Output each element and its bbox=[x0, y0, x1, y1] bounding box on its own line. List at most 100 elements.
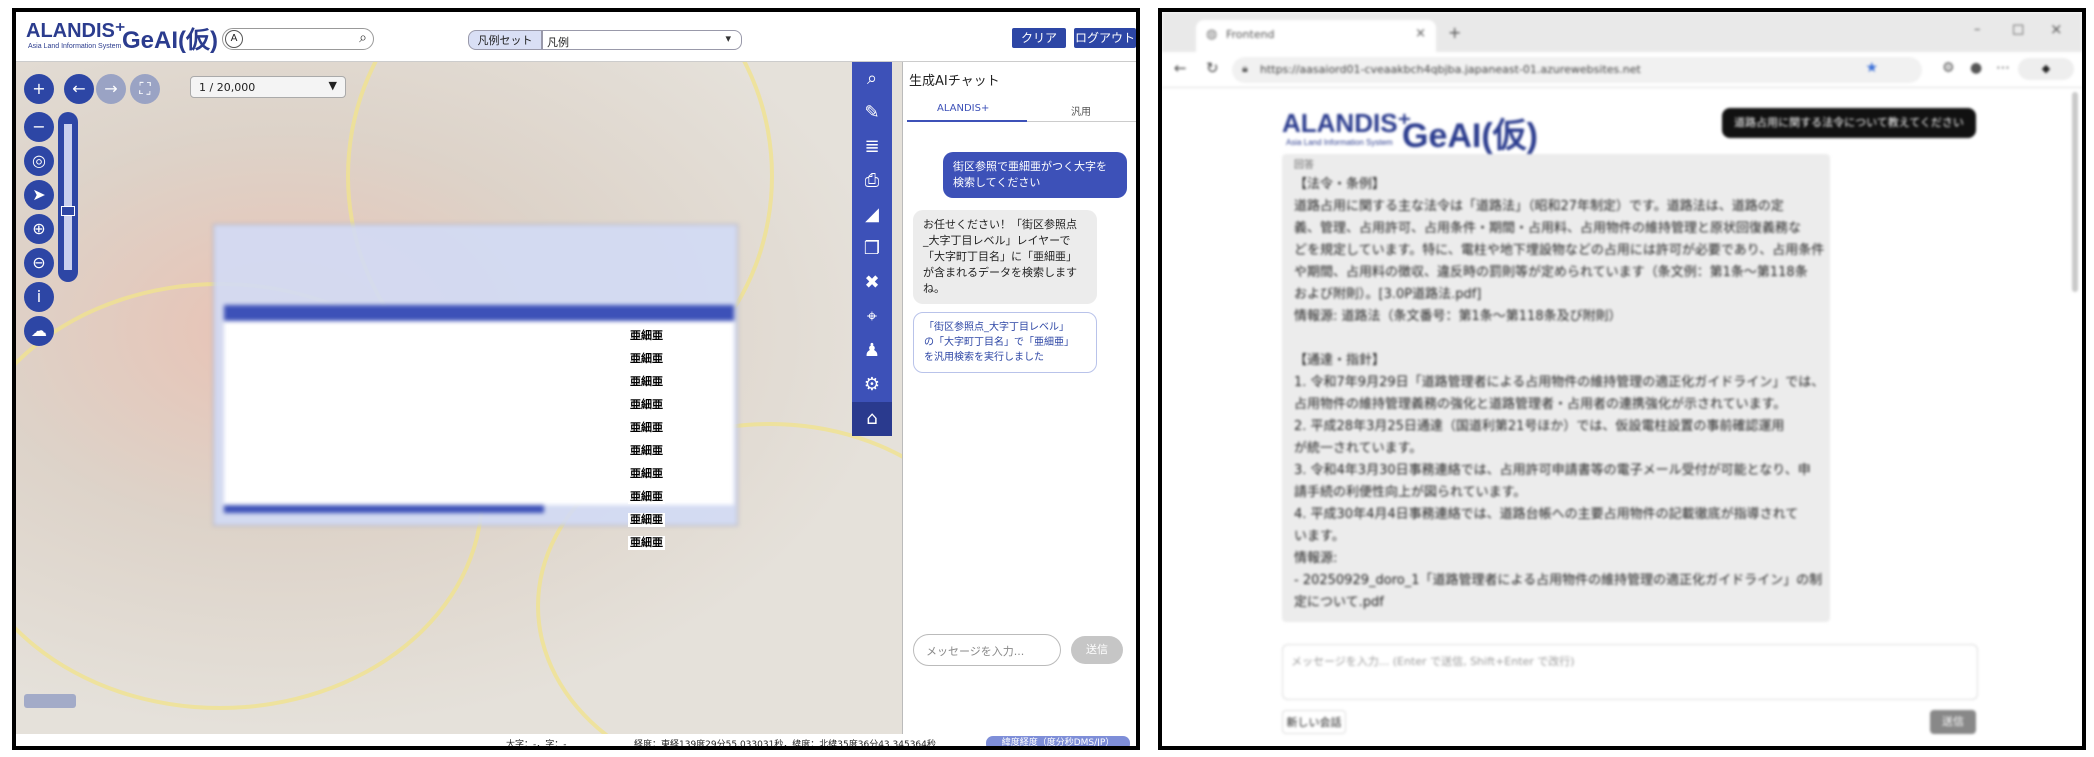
search-icon[interactable]: ⌕ bbox=[359, 30, 367, 46]
locate-icon[interactable]: ◎ bbox=[24, 146, 54, 176]
map-attribution bbox=[24, 694, 76, 708]
new-chat-button[interactable]: 新しい会話 bbox=[1282, 710, 1346, 734]
scale-select[interactable]: 1 / 20,000 ▼ bbox=[190, 76, 346, 98]
user-question-bubble: 道路占用に関する法令について教えてください bbox=[1722, 108, 1976, 138]
refresh-icon[interactable]: ↻ bbox=[1206, 59, 1219, 77]
clear-button[interactable]: クリア bbox=[1012, 28, 1066, 48]
answer-line: 3. 令和4年3月30日事務連絡では、占用許可申請書等の電子メール受付が可能とな… bbox=[1294, 463, 1811, 478]
answer-line: 道路占用に関する主な法令は「道路法」（昭和27年制定）です。道路法は、道路の定 bbox=[1294, 199, 1784, 214]
measure-icon[interactable]: ◢ bbox=[852, 198, 892, 232]
chat-send-button[interactable]: 送信 bbox=[1071, 636, 1123, 664]
chat-tab-general[interactable]: 汎用 bbox=[1027, 98, 1136, 122]
layers-toggle-icon[interactable]: ☁ bbox=[24, 316, 54, 346]
chat-tab-alandis[interactable]: ALANDIS+ bbox=[907, 98, 1027, 122]
status-bar: 大字：-，字：- 経度：東経139度29分55.033031秒，緯度：北緯35度… bbox=[16, 734, 1136, 750]
map-label-column: 亜細亜 亜細亜 亜細亜 亜細亜 亜細亜 亜細亜 亜細亜 亜細亜 亜細亜 亜細亜 bbox=[628, 324, 668, 554]
legend-set-label: 凡例セット bbox=[468, 30, 542, 50]
message-line: 「街区参照点_大字丁目レベル」 bbox=[924, 322, 1069, 333]
copilot-icon[interactable]: ◆ bbox=[2018, 58, 2074, 80]
back-arrow-icon[interactable]: ← bbox=[1174, 59, 1187, 77]
close-window-icon[interactable]: × bbox=[2050, 20, 2063, 38]
map-result-label: 亜細亜 bbox=[628, 398, 665, 412]
navigate-icon[interactable]: ➤ bbox=[24, 180, 54, 210]
menu-icon[interactable]: ⋯ bbox=[1996, 60, 2010, 76]
tools-icon[interactable]: ✖ bbox=[852, 266, 892, 300]
answer-line: - 20250929_doro_1「道路管理者による占用物件の維持管理の適正化ガ… bbox=[1294, 573, 1823, 588]
message-line: 検索してください bbox=[953, 176, 1041, 189]
globe-icon: ◍ bbox=[1206, 27, 1218, 42]
coord-format-select[interactable]: 緯度経度（度分秒DMS/JP） bbox=[986, 736, 1130, 746]
forward-button[interactable]: → bbox=[96, 74, 126, 104]
map-result-label: 亜細亜 bbox=[628, 421, 665, 435]
message-line: お任せください！「街区参照点 bbox=[923, 218, 1077, 231]
scale-text: 1 / 20,000 bbox=[199, 81, 256, 94]
message-line: 街区参照で亜細亜がつく大字を bbox=[953, 160, 1107, 173]
address-bar-row: ← ↻ 🔒︎ https://aasaiord01-cveaakbch4qbjb… bbox=[1162, 52, 2082, 88]
new-tab-icon[interactable]: + bbox=[1448, 23, 1461, 42]
message-input[interactable]: メッセージを入力... (Enter で送信, Shift+Enter で改行) bbox=[1282, 644, 1978, 700]
fullscreen-button[interactable]: ⛶ bbox=[130, 74, 160, 104]
answer-line: どを規定しています。特に、電柱や地下埋設物などの占用には許可が必要であり、占用条… bbox=[1294, 243, 1825, 258]
chat-title: 生成AIチャット bbox=[909, 74, 1000, 89]
zoom-slider-track bbox=[64, 124, 72, 270]
zoom-area-out-icon[interactable]: ⊖ bbox=[24, 248, 54, 278]
logout-button[interactable]: ログアウト bbox=[1074, 28, 1136, 48]
search-icon[interactable]: ⌕ bbox=[852, 62, 892, 96]
page-scrollbar[interactable] bbox=[2072, 92, 2078, 292]
message-line: が含まれるデータを検索します bbox=[923, 266, 1077, 279]
lock-icon: 🔒︎ bbox=[1242, 62, 1248, 75]
legend-select[interactable]: 凡例 ▾ bbox=[542, 30, 742, 50]
star-icon[interactable]: ★ bbox=[1865, 60, 1878, 76]
map-result-label: 亜細亜 bbox=[628, 490, 665, 504]
zoom-slider[interactable] bbox=[58, 112, 78, 282]
send-button[interactable]: 送信 bbox=[1930, 710, 1976, 734]
user-icon[interactable]: ♟ bbox=[852, 334, 892, 368]
maximize-icon[interactable]: □ bbox=[2012, 22, 2024, 37]
input-placeholder: メッセージを入力... bbox=[926, 645, 1025, 658]
back-button[interactable]: ← bbox=[64, 74, 94, 104]
print-icon[interactable]: ⎙ bbox=[852, 164, 892, 198]
zoom-in-button[interactable]: + bbox=[24, 74, 54, 104]
extensions-icon[interactable]: ⚙ bbox=[1942, 60, 1955, 76]
map-canvas[interactable]: 亜細亜 亜細亜 亜細亜 亜細亜 亜細亜 亜細亜 亜細亜 亜細亜 亜細亜 亜細亜 + ← → ⛶ 1… bbox=[16, 62, 902, 734]
chat-panel: 生成AIチャット ALANDIS+ 汎用 街区参照で亜細亜がつく大字を 検索して… bbox=[902, 62, 1136, 734]
answer-panel: 回答【法令・条例】道路占用に関する主な法令は「道路法」（昭和27年制定）です。道… bbox=[1282, 154, 1830, 622]
address-bar[interactable]: 🔒︎ https://aasaiord01-cveaakbch4qbjba.ja… bbox=[1232, 57, 1922, 83]
answer-line: 4. 平成30年4月4日事務連絡では、道路台帳への主要占用物件の記載徹底が指導さ… bbox=[1294, 507, 1799, 522]
window-icon[interactable]: ❐ bbox=[852, 232, 892, 266]
answer-line: 【法令・条例】 bbox=[1294, 177, 1386, 192]
home-icon[interactable]: ⌂ bbox=[852, 402, 892, 436]
zoom-out-button[interactable]: − bbox=[24, 112, 54, 142]
profile-icon[interactable]: ● bbox=[1970, 60, 1982, 76]
map-result-label: 亜細亜 bbox=[628, 444, 665, 458]
answer-line: 義、管理、占用許可、占用条件・期間・占用料、占用物件の維持管理と原状回復義務な bbox=[1294, 221, 1802, 236]
search-map-icon[interactable]: ⌖ bbox=[852, 300, 892, 334]
ai-message: お任せください！「街区参照点 _大字丁目レベル」レイヤーで 「大字町丁目名」に「… bbox=[913, 210, 1097, 304]
map-result-label: 亜細亜 bbox=[628, 329, 665, 343]
page-logo-geai: GeAI(仮) bbox=[1402, 117, 1538, 155]
answer-line: 2. 平成28年3月25日通達（国道利第21号ほか）では、仮設電柱設置の事前確認… bbox=[1294, 419, 1785, 434]
zoom-slider-handle[interactable] bbox=[61, 206, 75, 216]
answer-line: 回答 bbox=[1294, 160, 1314, 171]
close-icon[interactable]: × bbox=[1415, 26, 1426, 41]
tab-label: 汎用 bbox=[1071, 107, 1091, 118]
search-input[interactable]: A ⌕ bbox=[222, 28, 374, 50]
message-line: を汎用検索を実行しました bbox=[924, 352, 1044, 363]
search-executed-message: 「街区参照点_大字丁目レベル」 の「大字町丁目名」で「亜細亜」 を汎用検索を実行… bbox=[913, 312, 1097, 373]
layers-icon[interactable]: ≣ bbox=[852, 130, 892, 164]
map-result-label: 亜細亜 bbox=[628, 375, 665, 389]
pencil-icon[interactable]: ✎ bbox=[852, 96, 892, 130]
chat-message-input[interactable]: メッセージを入力... bbox=[913, 634, 1061, 666]
tab-title: Frontend bbox=[1226, 28, 1275, 41]
legend-select-value: 凡例 bbox=[547, 36, 569, 49]
minimize-icon[interactable]: – bbox=[1974, 22, 1981, 37]
zoom-area-in-icon[interactable]: ⊕ bbox=[24, 214, 54, 244]
status-coords: 経度：東経139度29分55.033031秒，緯度：北緯35度36分43.345… bbox=[634, 740, 936, 750]
browser-tab[interactable]: ◍ Frontend × bbox=[1196, 20, 1436, 52]
answer-line: 1. 令和7年9月29日「道路管理者による占用物件の維持管理の適正化ガイドライン… bbox=[1294, 375, 1825, 390]
answer-line: 定について.pdf bbox=[1294, 595, 1384, 610]
info-icon[interactable]: i bbox=[24, 282, 54, 312]
right-browser-window: ◍ Frontend × + – □ × ← ↻ 🔒︎ https://aasa… bbox=[1158, 8, 2086, 750]
gear-icon[interactable]: ⚙ bbox=[852, 368, 892, 402]
status-chars: 大字：-，字：- bbox=[506, 740, 567, 750]
